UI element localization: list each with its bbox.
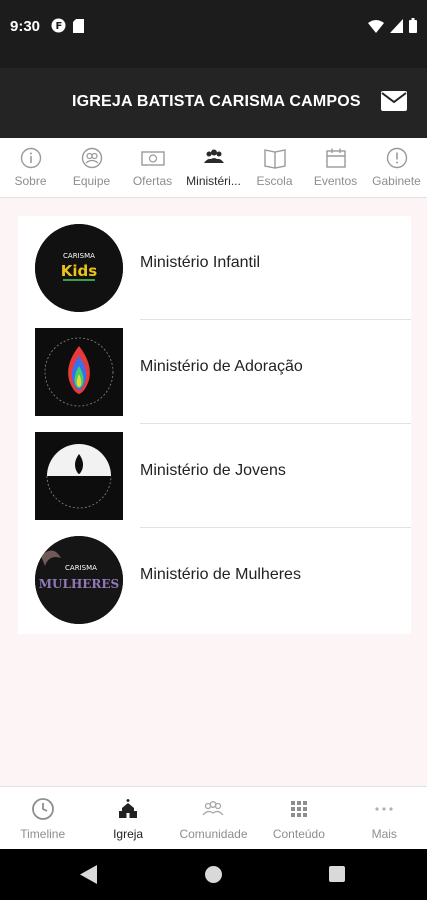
back-icon[interactable] xyxy=(80,865,98,884)
tab-sobre[interactable]: Sobre xyxy=(0,138,61,198)
mail-icon xyxy=(381,91,407,111)
calendar-icon xyxy=(325,148,346,168)
page-title: IGREJA BATISTA CARISMA CAMPOS xyxy=(72,93,361,110)
nav-timeline[interactable]: Timeline xyxy=(0,787,85,849)
tab-eventos[interactable]: Eventos xyxy=(305,138,366,198)
bottom-nav: Timeline Igreja Comunidade Conteúdo Mais xyxy=(0,786,427,849)
list-item-label: Ministério de Jovens xyxy=(140,462,286,479)
jovens-logo-image xyxy=(35,432,123,520)
list-item-label: Ministério de Mulheres xyxy=(140,566,301,583)
tab-label: Eventos xyxy=(313,174,358,188)
battery-icon xyxy=(409,18,417,33)
nav-label: Comunidade xyxy=(179,827,248,841)
list-item-ministerio-adoracao[interactable]: Ministério de Adoração xyxy=(18,320,411,424)
system-nav-bar xyxy=(0,849,427,900)
tab-label: Ofertas xyxy=(132,174,173,188)
app-bar: IGREJA BATISTA CARISMA CAMPOS xyxy=(0,68,427,138)
flame-logo-image xyxy=(35,328,123,416)
nav-comunidade[interactable]: Comunidade xyxy=(171,787,256,849)
community-icon xyxy=(202,801,224,816)
top-tabs: Sobre Equipe Ofertas Ministéri... Escola… xyxy=(0,138,427,198)
alert-icon xyxy=(386,147,407,169)
tab-label: Ministéri... xyxy=(186,174,241,188)
people-icon xyxy=(81,147,102,169)
book-icon xyxy=(263,149,286,169)
tab-label: Gabinete xyxy=(372,174,421,188)
status-notification-icons: F xyxy=(51,18,84,33)
svg-text:F: F xyxy=(56,21,63,32)
info-icon xyxy=(20,147,41,169)
list-item-label: Ministério de Adoração xyxy=(140,358,303,375)
sd-card-icon xyxy=(73,18,84,33)
group-icon xyxy=(203,149,224,163)
list-item-label: Ministério Infantil xyxy=(140,254,261,271)
wifi-icon xyxy=(368,19,384,33)
kids-logo-image: CARISMA Kids xyxy=(35,224,123,312)
clock-icon xyxy=(31,798,54,820)
ministry-list-screen: CARISMA Kids Ministério Infantil Ministé… xyxy=(0,198,427,786)
ministry-adoracao-logo xyxy=(35,328,123,416)
logo-subtext: Kids xyxy=(61,262,98,280)
logo-text: CARISMA xyxy=(63,252,95,260)
list-item-ministerio-jovens[interactable]: Ministério de Jovens xyxy=(18,424,411,528)
tab-label: Escola xyxy=(256,174,293,188)
signal-icon xyxy=(390,18,403,33)
tab-label: Sobre xyxy=(14,174,47,188)
ministry-list-card: CARISMA Kids Ministério Infantil Ministé… xyxy=(18,216,411,634)
home-button[interactable] xyxy=(205,866,222,883)
nav-label: Igreja xyxy=(113,827,144,841)
ministry-mulheres-logo: CARISMA MULHERES xyxy=(35,536,123,624)
church-icon xyxy=(119,799,138,818)
nav-igreja[interactable]: Igreja xyxy=(85,787,170,849)
money-icon xyxy=(140,151,165,166)
nav-conteudo[interactable]: Conteúdo xyxy=(256,787,341,849)
logo-text: CARISMA xyxy=(65,564,97,572)
tab-ofertas[interactable]: Ofertas xyxy=(122,138,183,198)
tab-escola[interactable]: Escola xyxy=(244,138,305,198)
mulheres-logo-image: CARISMA MULHERES xyxy=(35,536,123,624)
logo-subtext: MULHERES xyxy=(39,577,119,591)
recents-button[interactable] xyxy=(329,866,345,882)
more-icon xyxy=(375,807,393,811)
mail-button[interactable] xyxy=(380,90,408,117)
nav-label: Mais xyxy=(371,827,397,841)
tab-label: Equipe xyxy=(72,174,111,188)
ministry-jovens-logo xyxy=(35,432,123,520)
tab-gabinete[interactable]: Gabinete xyxy=(366,138,427,198)
tab-ministerios[interactable]: Ministéri... xyxy=(183,138,244,198)
nav-label: Timeline xyxy=(20,827,66,841)
app-notification-icon: F xyxy=(51,18,66,33)
ministry-infantil-logo: CARISMA Kids xyxy=(35,224,123,312)
status-bar: 9:30 F xyxy=(0,0,427,68)
grid-icon xyxy=(290,801,307,817)
status-system-icons xyxy=(368,18,417,33)
list-item-ministerio-infantil[interactable]: CARISMA Kids Ministério Infantil xyxy=(18,216,411,320)
nav-mais[interactable]: Mais xyxy=(342,787,427,849)
list-item-ministerio-mulheres[interactable]: CARISMA MULHERES Ministério de Mulheres xyxy=(18,528,411,632)
status-time: 9:30 xyxy=(10,18,41,35)
nav-label: Conteúdo xyxy=(272,827,325,841)
tab-equipe[interactable]: Equipe xyxy=(61,138,122,198)
